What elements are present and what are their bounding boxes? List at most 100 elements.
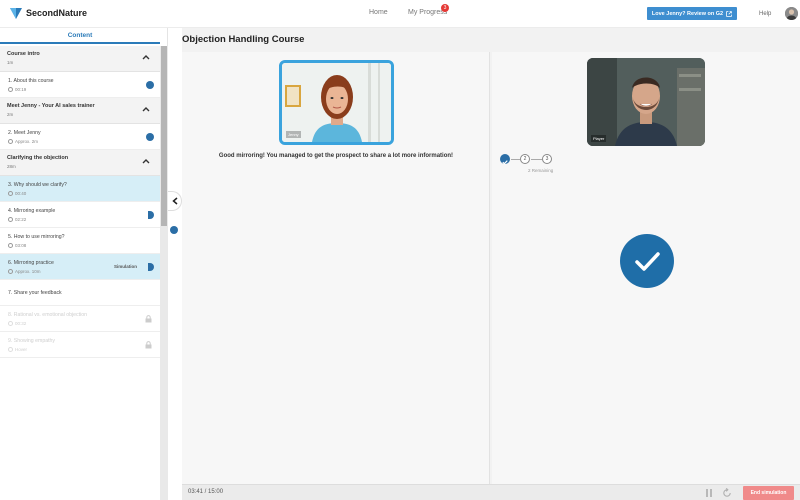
clock-icon bbox=[8, 347, 13, 352]
chevron-up-icon[interactable] bbox=[142, 106, 150, 112]
review-g2-button[interactable]: Love Jenny? Review on G2 bbox=[647, 7, 737, 20]
lesson-duration: 03:08 bbox=[15, 243, 27, 248]
step-3: 3 bbox=[542, 154, 552, 164]
lesson-meta: Approx. 2m bbox=[8, 139, 38, 144]
lesson-meta: 00:40 bbox=[8, 191, 26, 196]
logo[interactable]: SecondNature bbox=[10, 6, 87, 20]
step-connector bbox=[531, 159, 542, 160]
player-name-label: Player bbox=[591, 135, 607, 142]
lesson-item[interactable]: 5. How to use mirroring? 03:08 bbox=[0, 228, 160, 254]
progress-badge: 3 bbox=[441, 4, 449, 12]
lock-icon bbox=[145, 315, 152, 323]
section-duration: 28m bbox=[7, 164, 16, 169]
chevron-up-icon[interactable] bbox=[142, 158, 150, 164]
lesson-meta: Hover bbox=[8, 347, 27, 352]
lesson-item[interactable]: 4. Mirroring example 02:22 bbox=[0, 202, 160, 228]
lesson-title: 4. Mirroring example bbox=[8, 208, 56, 214]
step-2: 2 bbox=[520, 154, 530, 164]
section-clarifying-objection[interactable]: Clarifying the objection 28m bbox=[0, 150, 160, 176]
chevron-up-icon[interactable] bbox=[142, 54, 150, 60]
review-button-label: Love Jenny? Review on G2 bbox=[651, 10, 724, 17]
tab-content[interactable]: Content bbox=[0, 28, 160, 44]
lesson-item[interactable]: 6. Mirroring practice Approx. 10m Simula… bbox=[0, 254, 160, 280]
lesson-duration: 00:19 bbox=[15, 87, 27, 92]
lesson-item[interactable]: 2. Meet Jenny Approx. 2m bbox=[0, 124, 160, 150]
lesson-duration: Hover bbox=[15, 347, 28, 352]
section-meet-jenny[interactable]: Meet Jenny - Your AI sales trainer 2m bbox=[0, 98, 160, 124]
lesson-title: 6. Mirroring practice bbox=[8, 260, 54, 266]
in-progress-icon bbox=[148, 211, 154, 219]
player-video: Player bbox=[587, 58, 705, 146]
lesson-meta: 02:22 bbox=[8, 217, 26, 222]
section-course-intro[interactable]: Course intro 1m bbox=[0, 46, 160, 72]
lesson-title: 2. Meet Jenny bbox=[8, 130, 41, 136]
lesson-meta: 03:08 bbox=[8, 243, 26, 248]
step-completed-icon bbox=[500, 154, 510, 165]
sidebar-scrollbar[interactable] bbox=[160, 46, 168, 500]
lesson-meta: 00:19 bbox=[8, 87, 26, 92]
lesson-duration: 00:40 bbox=[15, 191, 27, 196]
section-duration: 2m bbox=[7, 112, 14, 117]
chevron-left-icon bbox=[171, 197, 177, 205]
top-bar: SecondNature Home My Progress 3 Love Jen… bbox=[0, 0, 800, 28]
lesson-title: 7. Share your feedback bbox=[8, 290, 62, 296]
simulation-timer: 03:41 / 15:00 bbox=[188, 489, 224, 495]
lesson-item: 9. Showing empathy Hover bbox=[0, 332, 160, 358]
lesson-title: 1. About this course bbox=[8, 78, 54, 84]
scrollbar-thumb[interactable] bbox=[161, 46, 167, 226]
end-simulation-button[interactable]: End simulation bbox=[743, 486, 794, 500]
section-title: Meet Jenny - Your AI sales trainer bbox=[7, 103, 95, 109]
clock-icon bbox=[8, 191, 13, 196]
lesson-item: 8. Rational vs. emotional objection 00:3… bbox=[0, 306, 160, 332]
lesson-title: 3. Why should we clarify? bbox=[8, 182, 67, 188]
clock-icon bbox=[8, 243, 13, 248]
page-title: Objection Handling Course bbox=[182, 34, 305, 45]
user-avatar[interactable] bbox=[785, 7, 798, 20]
lesson-meta: 00:32 bbox=[8, 321, 26, 326]
progress-indicator-icon bbox=[170, 226, 178, 234]
logo-icon bbox=[10, 8, 22, 19]
lesson-item[interactable]: 3. Why should we clarify? 00:40 bbox=[0, 176, 160, 202]
player-panel: Player 2 3 2 Remaining bbox=[492, 52, 800, 484]
lesson-item[interactable]: 1. About this course 00:19 bbox=[0, 72, 160, 98]
step-connector bbox=[511, 159, 520, 160]
lesson-title: 9. Showing empathy bbox=[8, 338, 56, 344]
completed-icon bbox=[146, 133, 154, 141]
section-duration: 1m bbox=[7, 60, 14, 65]
steps-remaining: 2 Remaining bbox=[528, 168, 554, 173]
collapse-sidebar-button[interactable] bbox=[168, 191, 182, 211]
section-title: Course intro bbox=[7, 51, 40, 57]
course-sidebar: Content Course intro 1m 1. About this co… bbox=[0, 28, 168, 500]
lesson-duration: 00:32 bbox=[15, 321, 27, 326]
simulation-controls: 03:41 / 15:00 End simulation bbox=[182, 484, 800, 500]
help-link[interactable]: Help bbox=[759, 11, 771, 17]
replay-icon[interactable] bbox=[722, 488, 732, 498]
lesson-title: 5. How to use mirroring? bbox=[8, 234, 65, 240]
lesson-meta: Approx. 10m bbox=[8, 269, 41, 274]
lesson-item[interactable]: 7. Share your feedback bbox=[0, 280, 160, 306]
agent-panel: Jenny Good mirroring! You managed to get… bbox=[182, 52, 490, 484]
lesson-duration: Approx. 2m bbox=[15, 139, 39, 144]
logo-text: SecondNature bbox=[26, 8, 88, 18]
completed-icon bbox=[146, 81, 154, 89]
clock-icon bbox=[8, 217, 13, 222]
section-title: Clarifying the objection bbox=[7, 155, 69, 161]
lesson-title: 8. Rational vs. emotional objection bbox=[8, 312, 88, 318]
lesson-duration: 02:22 bbox=[15, 217, 27, 222]
in-progress-icon bbox=[148, 263, 154, 271]
agent-name-label: Jenny bbox=[286, 131, 301, 138]
clock-icon bbox=[8, 139, 13, 144]
clock-icon bbox=[8, 87, 13, 92]
user-camera-icon bbox=[587, 58, 705, 146]
nav-home[interactable]: Home bbox=[369, 9, 388, 16]
avatar-icon bbox=[785, 7, 798, 20]
simulation-tag: Simulation bbox=[114, 264, 138, 269]
lock-icon bbox=[145, 341, 152, 349]
clock-icon bbox=[8, 321, 13, 326]
feedback-message: Good mirroring! You managed to get the p… bbox=[218, 153, 454, 159]
success-check-icon bbox=[620, 234, 674, 288]
clock-icon bbox=[8, 269, 13, 274]
agent-video: Jenny bbox=[279, 60, 394, 145]
external-link-icon bbox=[726, 10, 732, 17]
pause-icon[interactable] bbox=[704, 488, 714, 498]
